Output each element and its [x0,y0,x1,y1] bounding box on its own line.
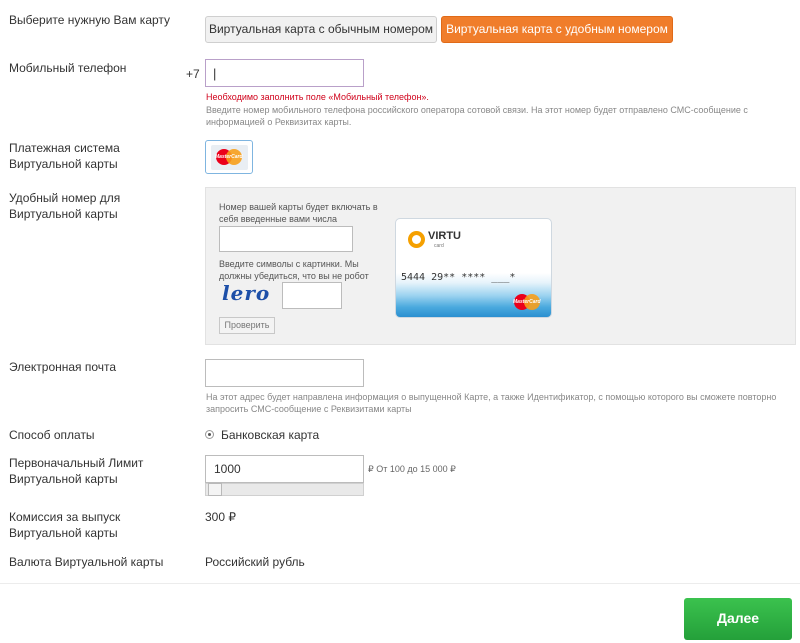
email-input[interactable] [205,359,364,387]
footer-divider [0,583,800,584]
commission-value: 300 ₽ [205,510,236,524]
card-choice-label: Выберите нужную Вам карту [9,13,171,27]
limit-range-text: ₽ От 100 до 15 000 ₽ [368,464,456,474]
payment-method-label: Способ оплаты [9,428,95,442]
limit-slider-handle[interactable] [208,483,222,496]
email-label: Электронная почта [9,360,117,374]
bank-card-option-label: Банковская карта [221,428,320,442]
currency-value: Российский рубль [205,555,305,569]
card-brand: VIRTU [428,230,461,242]
captcha-input[interactable] [282,282,342,309]
limit-input-value: 1000 [214,462,241,476]
email-hint: На этот адрес будет направлена информаци… [206,392,777,414]
captcha-text: lero [222,281,271,305]
captcha-image: lero [222,281,272,306]
captcha-instruction: Введите символы с картинки. Мы должны уб… [219,259,369,281]
phone-label: Мобильный телефон [9,61,127,75]
phone-input[interactable]: | [205,59,364,87]
limit-input[interactable]: 1000 [205,455,364,483]
mastercard-option[interactable]: MasterCard [205,140,253,174]
number-label: Удобный номер для Виртуальной карты [9,191,121,221]
phone-input-value: | [213,66,217,81]
currency-label: Валюта Виртуальной карты [9,555,164,569]
limit-slider[interactable] [205,483,364,496]
payment-system-label: Платежная система Виртуальной карты [9,141,120,171]
card-number: 5444 29** **** ___* [401,272,516,283]
virtu-logo-icon [408,231,425,248]
card-preview: VIRTU card 5444 29** **** ___* MasterCar… [395,218,552,318]
next-button[interactable]: Далее [684,598,792,640]
number-input[interactable] [219,226,353,252]
phone-error: Необходимо заполнить поле «Мобильный тел… [206,92,429,102]
phone-hint: Введите номер мобильного телефона россий… [206,105,748,127]
number-instruction: Номер вашей карты будет включать в себя … [219,202,378,224]
card-mastercard-icon: MasterCard [511,292,545,312]
card-brand-sub: card [434,243,444,249]
card-logo-text: MasterCard [513,299,541,305]
phone-prefix: +7 [186,67,200,81]
limit-label: Первоначальный Лимит Виртуальной карты [9,456,144,486]
commission-label: Комиссия за выпуск Виртуальной карты [9,510,121,540]
check-button[interactable]: Проверить [219,317,275,334]
tab-convenient-number-card[interactable]: Виртуальная карта с удобным номером [441,16,673,43]
mastercard-icon: MasterCard [211,145,248,170]
bank-card-radio[interactable] [205,430,214,439]
mastercard-logo-text: MasterCard [215,154,243,160]
tab-regular-number-card[interactable]: Виртуальная карта с обычным номером [205,16,437,43]
